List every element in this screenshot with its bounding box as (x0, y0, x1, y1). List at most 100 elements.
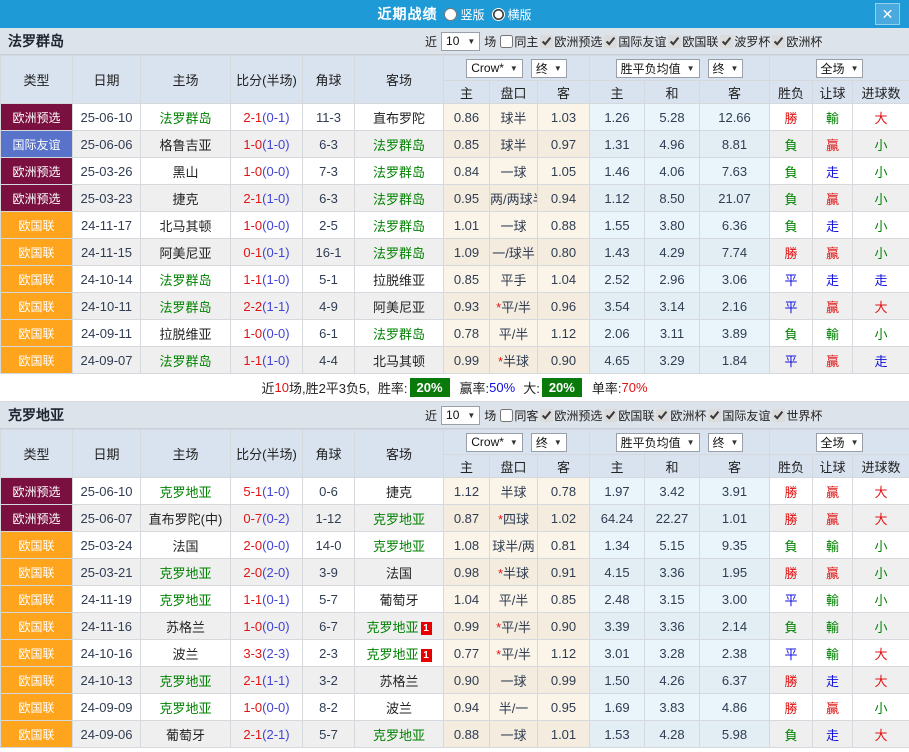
cell-avg-draw: 3.36 (645, 559, 700, 586)
cell-result-handicap: 走 (813, 667, 853, 694)
match-count-select[interactable]: 10▼ (441, 406, 480, 425)
final-odds-select[interactable]: 终▼ (531, 433, 567, 452)
cell-handicap-line: *四球 (490, 505, 538, 532)
team-name: 法国 (386, 566, 412, 581)
cell-result-wdl: 平 (770, 293, 813, 320)
sub-header-result-goals: 进球数 (853, 81, 909, 104)
league-checkbox-input[interactable] (772, 35, 785, 48)
same-home-checkbox-input[interactable] (500, 35, 513, 48)
league-filter-checkbox[interactable]: 欧国联 (604, 407, 654, 424)
cell-result-handicap: 贏 (813, 239, 853, 266)
league-filter-checkbox[interactable]: 波罗杯 (720, 33, 770, 50)
cell-score: 1-0(0-0) (231, 212, 303, 239)
cell-match-type: 欧洲预选 (1, 104, 73, 131)
match-count-select[interactable]: 10▼ (441, 32, 480, 51)
league-filter-checkbox[interactable]: 国际友谊 (708, 407, 770, 424)
bookmaker-select[interactable]: Crow*▼ (466, 433, 523, 452)
cell-result-goals: 大 (853, 293, 909, 320)
league-checkbox-input[interactable] (708, 409, 721, 422)
cell-handicap-away-odds: 0.91 (538, 559, 590, 586)
league-checkbox-input[interactable] (604, 409, 617, 422)
cell-handicap-home-odds: 1.12 (444, 478, 490, 505)
same-home-checkbox[interactable]: 同主 (500, 33, 538, 50)
cell-home-team: 法罗群岛 (141, 347, 231, 374)
chevron-down-icon: ▼ (467, 411, 475, 420)
red-card-badge: 1 (421, 649, 432, 662)
cell-date: 24-09-09 (73, 694, 141, 721)
league-filter-checkbox[interactable]: 欧国联 (668, 33, 718, 50)
sub-header-result-handicap: 让球 (813, 81, 853, 104)
vertical-layout-radio-input[interactable] (444, 8, 457, 21)
league-filter-checkbox[interactable]: 国际友谊 (604, 33, 666, 50)
unit-label: 场 (484, 33, 496, 50)
league-checkbox-input[interactable] (604, 35, 617, 48)
bookmaker-select[interactable]: Crow*▼ (466, 59, 523, 78)
cell-score: 2-0(0-0) (231, 532, 303, 559)
cell-corners: 2-5 (303, 212, 355, 239)
summary-text: 近 (261, 378, 274, 397)
sub-header-result-wdl: 胜负 (770, 455, 813, 478)
cell-home-team: 拉脱维亚 (141, 320, 231, 347)
final-odds-select[interactable]: 终▼ (708, 433, 744, 452)
fulltime-score: 0-7 (243, 511, 262, 526)
match-scope-select[interactable]: 全场▼ (816, 433, 864, 452)
cell-score: 1-0(0-0) (231, 613, 303, 640)
cell-match-type: 欧洲预选 (1, 478, 73, 505)
team-name: 克罗地亚 (159, 566, 211, 581)
same-away-checkbox-input[interactable] (500, 409, 513, 422)
cell-score: 1-0(0-0) (231, 320, 303, 347)
cell-handicap-away-odds: 0.80 (538, 239, 590, 266)
star-marker: * (498, 566, 503, 581)
league-checkbox-input[interactable] (772, 409, 785, 422)
vertical-layout-radio[interactable]: 竖版 (444, 6, 484, 23)
horizontal-layout-radio-input[interactable] (492, 8, 505, 21)
final-odds-select[interactable]: 终▼ (531, 59, 567, 78)
horizontal-layout-radio[interactable]: 横版 (492, 6, 532, 23)
cell-avg-home: 1.43 (590, 239, 645, 266)
league-checkbox-input[interactable] (656, 409, 669, 422)
cell-avg-away: 9.35 (700, 532, 770, 559)
league-checkbox-input[interactable] (720, 35, 733, 48)
league-filter-checkbox[interactable]: 欧洲预选 (540, 33, 602, 50)
league-filter-checkbox[interactable]: 欧洲杯 (656, 407, 706, 424)
cell-avg-home: 1.50 (590, 667, 645, 694)
avg-group-header: 胜平负均值▼ 终▼ (590, 56, 770, 81)
sub-header-handicap-line: 盘口 (490, 81, 538, 104)
same-away-checkbox[interactable]: 同客 (500, 407, 538, 424)
cell-handicap-away-odds: 0.99 (538, 667, 590, 694)
final-odds-select[interactable]: 终▼ (708, 59, 744, 78)
match-row: 欧国联24-11-17北马其顿1-0(0-0)2-5法罗群岛1.01一球0.88… (1, 212, 909, 239)
wdl-average-select[interactable]: 胜平负均值▼ (616, 59, 700, 78)
close-button[interactable]: ✕ (875, 3, 900, 25)
league-checkbox-input[interactable] (668, 35, 681, 48)
match-scope-value: 全场 (821, 60, 845, 77)
match-row: 欧国联25-03-21克罗地亚2-0(2-0)3-9法国0.98*半球0.914… (1, 559, 909, 586)
cell-handicap-line: 一球 (490, 667, 538, 694)
league-filter-checkbox[interactable]: 世界杯 (772, 407, 822, 424)
cell-avg-home: 3.01 (590, 640, 645, 667)
fulltime-score: 2-1 (243, 110, 262, 125)
team-name: 法罗群岛 (373, 246, 425, 261)
cell-date: 24-10-16 (73, 640, 141, 667)
cell-match-type: 欧国联 (1, 640, 73, 667)
cell-match-type: 欧国联 (1, 694, 73, 721)
cell-handicap-home-odds: 0.84 (444, 158, 490, 185)
league-filter-checkbox[interactable]: 欧洲杯 (772, 33, 822, 50)
league-checkbox-input[interactable] (540, 35, 553, 48)
cell-date: 24-10-14 (73, 266, 141, 293)
league-filter-checkbox[interactable]: 欧洲预选 (540, 407, 602, 424)
cell-avg-home: 3.54 (590, 293, 645, 320)
wdl-average-select[interactable]: 胜平负均值▼ (616, 433, 700, 452)
cell-result-handicap: 輸 (813, 104, 853, 131)
cell-score: 1-1(0-1) (231, 586, 303, 613)
cell-result-goals: 大 (853, 667, 909, 694)
cell-result-goals: 小 (853, 559, 909, 586)
cell-result-handicap: 贏 (813, 185, 853, 212)
cell-corners: 3-9 (303, 559, 355, 586)
cell-away-team: 葡萄牙 (355, 586, 444, 613)
league-checkbox-input[interactable] (540, 409, 553, 422)
match-scope-select[interactable]: 全场▼ (816, 59, 864, 78)
cell-score: 5-1(1-0) (231, 478, 303, 505)
match-count-value: 10 (446, 34, 459, 48)
section-header: 法罗群岛 近 10▼ 场 同主 欧洲预选 国际友谊 欧国联 波罗杯 欧洲杯 (0, 28, 909, 55)
